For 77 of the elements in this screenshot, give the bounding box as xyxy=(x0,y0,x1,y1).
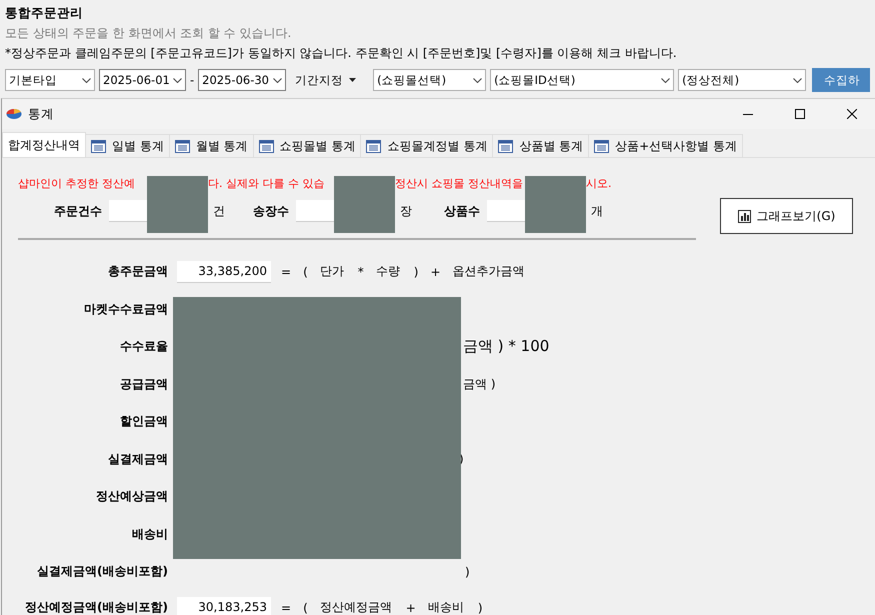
chevron-down-icon xyxy=(273,78,282,82)
chevron-down-icon xyxy=(82,78,91,82)
amount-label: 공급금액 xyxy=(119,376,168,393)
table-icon xyxy=(174,140,190,152)
amount-label: 수수료율 xyxy=(119,338,168,356)
range-separator: - xyxy=(190,73,194,87)
bar-chart-icon xyxy=(738,210,751,222)
page-description: 모든 상태의 주문을 한 화면에서 조회 할 수 있습니다. xyxy=(5,25,292,41)
formula-term: = xyxy=(281,264,292,279)
amount-label: 정산예정금액(배송비포함) xyxy=(24,599,168,615)
formula-term: + xyxy=(406,600,416,614)
count-unit: 개 xyxy=(591,202,604,220)
formula-term: * xyxy=(358,264,364,279)
count-field[interactable] xyxy=(296,200,334,222)
amount-label: 할인금액 xyxy=(119,413,168,430)
count-field[interactable] xyxy=(109,200,147,222)
formula-term: 배송비 xyxy=(428,599,464,615)
chevron-down-icon xyxy=(661,78,670,82)
dropdown[interactable]: 기본타입 xyxy=(5,69,95,91)
amount-label: 배송비 xyxy=(131,526,168,543)
notice-text: *정상주문과 클레임주문의 [주문고유코드]가 동일하지 않습니다. 주문확인 시 [주문번호]및 [수령자]를 이용해 체크 바랍니다. xyxy=(5,45,678,61)
page-title: 통합주문관리 xyxy=(5,5,84,21)
tab[interactable]: 상품+선택사항별 통계 xyxy=(588,134,744,157)
formula-term: ) xyxy=(414,264,418,279)
amount-label: 실결제금액(배송비포함) xyxy=(36,563,168,580)
maximize-icon xyxy=(795,109,805,119)
amount-label: 마켓수수료금액 xyxy=(83,300,168,318)
formula-term: 수량 xyxy=(376,263,400,280)
redaction-block xyxy=(334,176,395,233)
table-icon xyxy=(91,140,106,152)
pie-chart-icon xyxy=(6,108,22,120)
tab[interactable]: 합계정산내역 xyxy=(2,132,86,157)
amount-label: 실결제금액 xyxy=(107,450,168,468)
formula-term: 금액 ) * 100 xyxy=(463,337,550,356)
table-icon xyxy=(594,140,610,152)
date-field[interactable]: 2025-06-30 xyxy=(198,69,286,91)
formula-term: 정산예정금액 xyxy=(320,599,392,615)
warning-text: 샵마인이 추정한 정산예 xyxy=(18,176,135,192)
caret-icon xyxy=(349,78,356,82)
dropdown[interactable]: (쇼핑몰선택) xyxy=(373,69,486,91)
warning-text: 정산시 쇼핑몰 정산내역을 xyxy=(395,176,523,192)
table-icon xyxy=(258,140,274,152)
redaction-block xyxy=(525,176,586,233)
formula-term: 금액 ) xyxy=(463,376,496,393)
date-field[interactable]: 2025-06-01 xyxy=(99,69,186,91)
chevron-down-icon xyxy=(473,78,482,82)
chevron-down-icon xyxy=(793,78,802,82)
amount-field[interactable]: 30,183,253 xyxy=(177,596,271,615)
warning-text: 다. 실제와 다를 수 있습 xyxy=(208,176,324,192)
count-label: 상품수 xyxy=(443,202,480,220)
graph-view-button[interactable]: 그래프보기(G) xyxy=(720,198,853,234)
dropdown[interactable]: (정상전체) xyxy=(678,69,806,91)
count-label: 주문건수 xyxy=(53,202,102,220)
formula-term: 옵션추가금액 xyxy=(452,263,524,280)
chevron-down-icon xyxy=(173,78,182,82)
redaction-block xyxy=(147,176,208,233)
table-icon xyxy=(498,140,514,152)
warning-text: 시오. xyxy=(586,176,612,192)
window-title: 통계 xyxy=(28,106,55,122)
table-icon xyxy=(366,140,382,152)
close-icon xyxy=(847,109,857,119)
formula-term: ) xyxy=(478,600,482,614)
formula-term: ( xyxy=(303,264,308,279)
amount-label: 총주문금액 xyxy=(107,263,168,280)
count-field[interactable] xyxy=(487,200,525,222)
amount-label: 정산예상금액 xyxy=(95,488,168,506)
dropdown[interactable]: (쇼핑몰ID선택) xyxy=(490,69,674,91)
count-label: 송장수 xyxy=(252,202,289,220)
amount-field[interactable]: 33,385,200 xyxy=(177,260,271,283)
formula-term: ) xyxy=(465,564,470,579)
formula-term: 단가 xyxy=(320,263,344,280)
formula-term: ( xyxy=(303,600,308,614)
count-unit: 장 xyxy=(400,202,413,220)
collect-button[interactable]: 수집하 xyxy=(812,68,870,92)
formula-term: = xyxy=(281,600,292,614)
formula-term: + xyxy=(430,264,440,279)
count-unit: 건 xyxy=(213,202,226,220)
